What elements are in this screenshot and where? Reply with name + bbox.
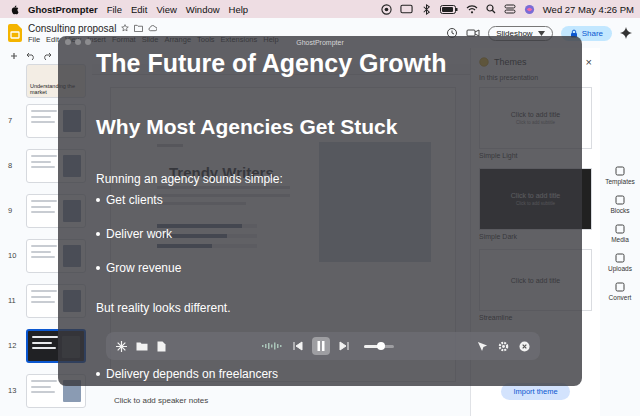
- menu-item[interactable]: File: [107, 4, 122, 15]
- close-circle-icon[interactable]: [519, 341, 530, 352]
- speaker-notes[interactable]: Click to add speaker notes: [92, 390, 470, 416]
- waveform-icon: [262, 341, 284, 351]
- add-slide-icon[interactable]: [8, 52, 20, 60]
- undo-icon[interactable]: [26, 52, 36, 60]
- battery-icon[interactable]: [440, 5, 458, 14]
- script-line: Get clients: [96, 192, 582, 208]
- rail-item[interactable]: Templates: [605, 166, 635, 185]
- slides-menu-item[interactable]: File: [28, 35, 40, 44]
- cloud-icon[interactable]: [148, 24, 157, 32]
- prompter-title-bar[interactable]: GhostPrompter: [58, 36, 582, 48]
- rail-item[interactable]: Media: [611, 224, 629, 243]
- bullet-dot: [96, 232, 100, 236]
- close-window-button[interactable]: [65, 39, 71, 45]
- menu-item[interactable]: Edit: [131, 4, 147, 15]
- rail-tool-icon: [615, 282, 625, 292]
- script-line: But reality looks different.: [96, 300, 582, 316]
- rail-item[interactable]: Convert: [609, 282, 632, 301]
- script-line: Grow revenue: [96, 260, 582, 276]
- rewind-icon[interactable]: [293, 341, 303, 351]
- star-icon[interactable]: [121, 24, 129, 32]
- bullet-dot: [96, 198, 100, 202]
- script-line: Deliver work: [96, 226, 582, 242]
- script-line: Delivery depends on freelancers: [96, 366, 582, 382]
- clock[interactable]: Wed 27 May 4:26 PM: [543, 4, 634, 15]
- document-icon[interactable]: [157, 341, 166, 352]
- menu-item[interactable]: View: [156, 4, 176, 15]
- menu-bar: GhostPrompter File Edit View Window Help Wed 2…: [0, 0, 640, 18]
- rail-tool-icon: [615, 195, 625, 205]
- siri-icon[interactable]: [524, 4, 535, 15]
- bluetooth-icon[interactable]: [421, 4, 432, 15]
- speed-slider[interactable]: [364, 345, 394, 348]
- desktop: GhostPrompter File Edit View Window Help Wed 2…: [0, 0, 640, 416]
- rail-tool-icon: [615, 253, 625, 263]
- prompter-window[interactable]: GhostPrompterThe Future of Agency Growth…: [58, 36, 582, 386]
- record-icon[interactable]: [381, 4, 392, 15]
- pause-icon: [317, 341, 325, 351]
- menu-item[interactable]: Window: [186, 4, 220, 15]
- apple-icon[interactable]: [10, 4, 19, 15]
- rail-item[interactable]: Blocks: [610, 195, 629, 214]
- zoom-window-button[interactable]: [85, 39, 91, 45]
- script-line: Why Most Agencies Get Stuck: [96, 114, 582, 140]
- app-menu[interactable]: GhostPrompter: [28, 4, 98, 15]
- bullet-dot: [96, 266, 100, 270]
- bullet-dot: [96, 372, 100, 376]
- gemini-icon[interactable]: [620, 27, 632, 39]
- close-button[interactable]: ×: [586, 56, 592, 68]
- forward-icon[interactable]: [339, 341, 349, 351]
- rail-tool-icon: [615, 166, 625, 176]
- display-icon[interactable]: [400, 4, 413, 14]
- search-icon[interactable]: [486, 4, 496, 14]
- wifi-icon[interactable]: [466, 4, 478, 14]
- rail-item[interactable]: Uploads: [608, 253, 632, 272]
- dropdown-icon[interactable]: [538, 31, 545, 36]
- script-line: The Future of Agency Growth: [96, 48, 582, 78]
- minimize-window-button[interactable]: [75, 39, 81, 45]
- move-folder-icon[interactable]: [134, 24, 143, 32]
- sparkle-icon[interactable]: [116, 341, 127, 352]
- side-rail: Templates Blocks Media Uploads Convert: [600, 48, 640, 416]
- control-center-icon[interactable]: [504, 4, 516, 14]
- cursor-icon[interactable]: [477, 341, 488, 352]
- play-pause-button[interactable]: [312, 337, 330, 355]
- control-bar: [106, 332, 540, 360]
- menu-item[interactable]: Help: [229, 4, 249, 15]
- rail-tool-icon: [615, 224, 625, 234]
- slider-thumb[interactable]: [377, 342, 385, 350]
- folder-icon[interactable]: [136, 341, 148, 351]
- redo-icon[interactable]: [42, 52, 52, 60]
- document-title[interactable]: Consulting proposal: [28, 23, 116, 34]
- gear-icon[interactable]: [498, 341, 509, 352]
- script-line: Running an agency sounds simple:: [96, 171, 582, 187]
- slides-logo-icon[interactable]: [8, 24, 22, 42]
